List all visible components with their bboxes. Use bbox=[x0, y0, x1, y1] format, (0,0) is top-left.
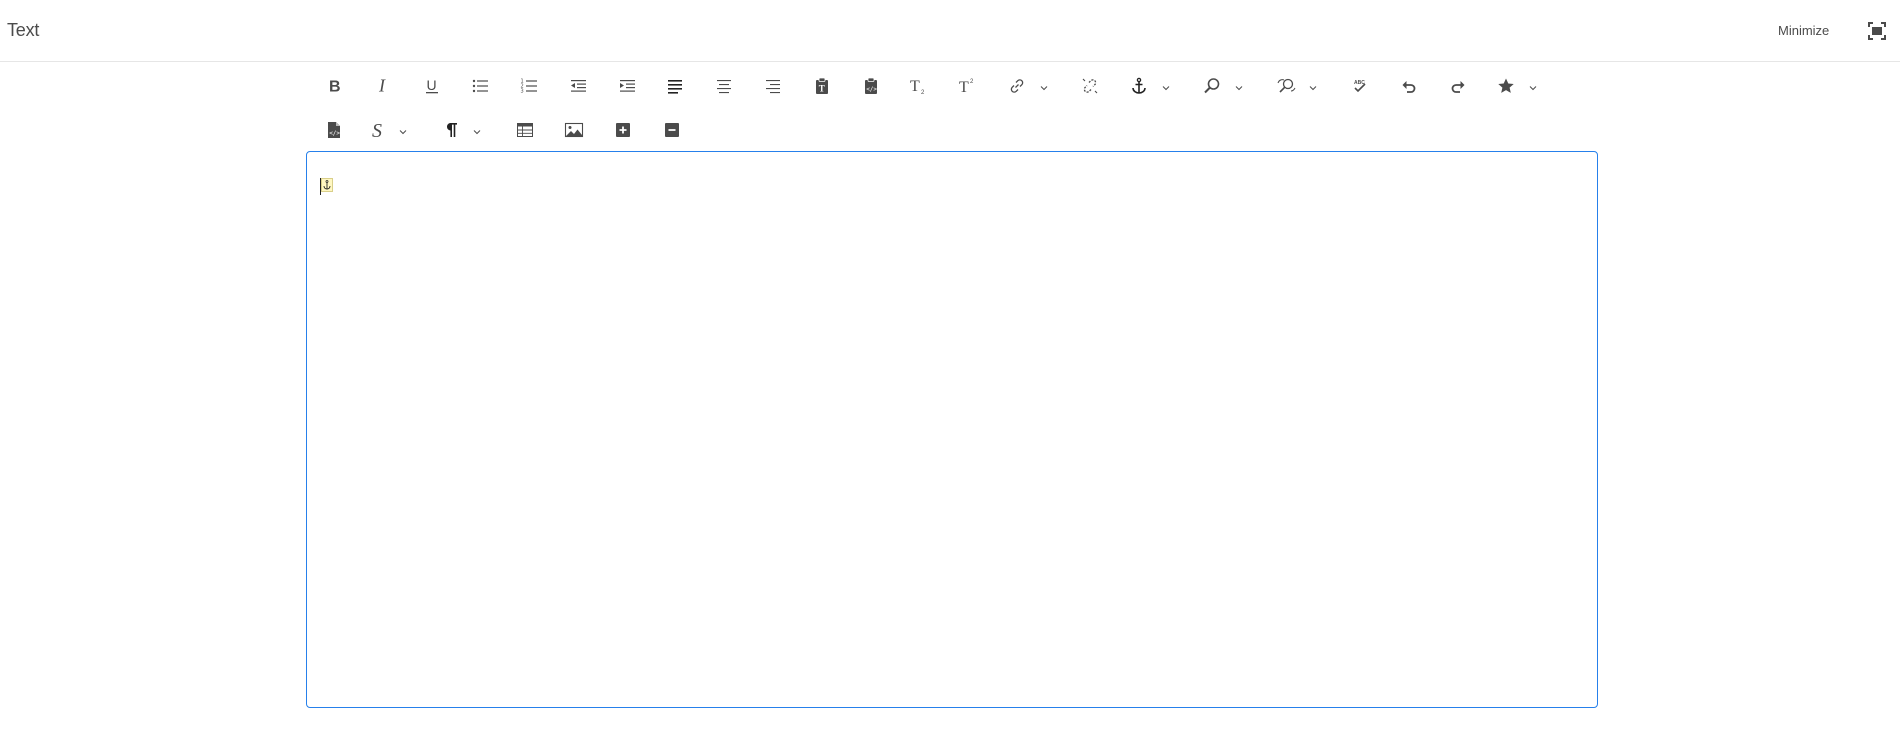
svg-text:B: B bbox=[329, 79, 341, 96]
italic-icon: I bbox=[374, 77, 392, 95]
spellcheck-button[interactable]: ABC bbox=[1342, 66, 1378, 106]
spellcheck-icon: ABC bbox=[1351, 77, 1369, 95]
chevron-down-icon bbox=[399, 123, 407, 138]
fullscreen-icon bbox=[1866, 22, 1888, 45]
redo-icon bbox=[1449, 77, 1467, 95]
table-button[interactable] bbox=[507, 110, 543, 150]
undo-button[interactable] bbox=[1391, 66, 1427, 106]
expand-all-button[interactable] bbox=[605, 110, 641, 150]
paste-as-text-button[interactable]: T bbox=[804, 66, 840, 106]
special-characters-dropdown-toggle[interactable] bbox=[1526, 66, 1540, 106]
italic-button[interactable]: I bbox=[365, 66, 401, 106]
dialog-title: Text bbox=[7, 20, 40, 40]
unlink-icon bbox=[1081, 77, 1099, 95]
svg-text:2: 2 bbox=[970, 79, 974, 85]
styles-dropdown-toggle[interactable] bbox=[396, 110, 410, 150]
bulleted-list-icon bbox=[471, 77, 489, 95]
svg-text:2: 2 bbox=[921, 90, 925, 95]
align-left-icon bbox=[666, 77, 684, 95]
minimize-button[interactable]: Minimize bbox=[1778, 23, 1829, 38]
chevron-down-icon bbox=[1235, 79, 1243, 94]
anchor-icon bbox=[1130, 77, 1148, 95]
find-button[interactable] bbox=[1194, 66, 1230, 106]
numbered-list-icon: 123 bbox=[520, 77, 538, 95]
find-replace-icon bbox=[1276, 77, 1296, 95]
plus-square-icon bbox=[614, 121, 632, 139]
align-center-button[interactable] bbox=[706, 66, 742, 106]
paste-from-word-button[interactable]: </> bbox=[853, 66, 889, 106]
underline-button[interactable]: U bbox=[414, 66, 450, 106]
align-center-icon bbox=[715, 77, 733, 95]
unlink-button[interactable] bbox=[1072, 66, 1108, 106]
bold-icon: B bbox=[325, 77, 343, 96]
align-right-icon bbox=[764, 77, 782, 95]
redo-button[interactable] bbox=[1440, 66, 1476, 106]
toolbar-row-1: B I U 123 T </> T 2 T 2 ABC bbox=[316, 66, 1596, 106]
find-replace-dropdown-toggle[interactable] bbox=[1306, 66, 1320, 106]
rich-text-editor[interactable] bbox=[306, 151, 1598, 708]
align-left-button[interactable] bbox=[657, 66, 693, 106]
chevron-down-icon bbox=[473, 123, 481, 138]
styles-icon: S bbox=[370, 120, 388, 140]
align-right-button[interactable] bbox=[755, 66, 791, 106]
collapse-all-button[interactable] bbox=[654, 110, 690, 150]
find-replace-button[interactable] bbox=[1268, 66, 1304, 106]
paragraph-format-button[interactable] bbox=[433, 110, 469, 150]
source-file-icon: </> bbox=[325, 121, 343, 139]
image-button[interactable] bbox=[556, 110, 592, 150]
svg-text:T: T bbox=[819, 84, 825, 94]
svg-text:U: U bbox=[427, 77, 437, 93]
svg-text:S: S bbox=[372, 120, 382, 140]
link-icon bbox=[1008, 77, 1026, 95]
source-edit-button[interactable]: </> bbox=[316, 110, 352, 150]
paste-text-icon: T bbox=[813, 77, 831, 95]
bold-button[interactable]: B bbox=[316, 66, 352, 106]
paragraph-format-dropdown-toggle[interactable] bbox=[470, 110, 484, 150]
svg-text:I: I bbox=[378, 77, 386, 95]
table-icon bbox=[516, 121, 534, 139]
svg-text:T: T bbox=[910, 78, 920, 95]
minus-square-icon bbox=[663, 121, 681, 139]
superscript-button[interactable]: T2 bbox=[950, 66, 986, 106]
outdent-button[interactable] bbox=[560, 66, 596, 106]
svg-text:</>: </> bbox=[866, 86, 877, 93]
anchor-marker-icon[interactable] bbox=[321, 178, 333, 192]
chevron-down-icon bbox=[1309, 79, 1317, 94]
anchor-dropdown-toggle[interactable] bbox=[1159, 66, 1173, 106]
undo-icon bbox=[1400, 77, 1418, 95]
chevron-down-icon bbox=[1040, 79, 1048, 94]
outdent-icon bbox=[569, 77, 587, 95]
subscript-icon: T2 bbox=[909, 77, 929, 95]
svg-text:</>: </> bbox=[329, 130, 340, 137]
bulleted-list-button[interactable] bbox=[462, 66, 498, 106]
find-icon bbox=[1203, 77, 1221, 95]
link-dropdown-toggle[interactable] bbox=[1037, 66, 1051, 106]
editor-content[interactable] bbox=[321, 178, 1583, 693]
indent-button[interactable] bbox=[609, 66, 645, 106]
toolbar-row-2: </> S bbox=[316, 110, 1596, 150]
image-icon bbox=[564, 121, 584, 139]
anchor-button[interactable] bbox=[1121, 66, 1157, 106]
superscript-icon: T2 bbox=[958, 77, 978, 95]
paste-code-icon: </> bbox=[862, 77, 880, 95]
subscript-button[interactable]: T2 bbox=[901, 66, 937, 106]
pilcrow-icon bbox=[442, 121, 460, 139]
styles-button[interactable]: S bbox=[361, 110, 397, 150]
star-icon bbox=[1497, 77, 1515, 95]
special-characters-button[interactable] bbox=[1488, 66, 1524, 106]
chevron-down-icon bbox=[1529, 79, 1537, 94]
indent-icon bbox=[618, 77, 636, 95]
svg-text:3: 3 bbox=[521, 89, 524, 95]
find-dropdown-toggle[interactable] bbox=[1232, 66, 1246, 106]
link-button[interactable] bbox=[999, 66, 1035, 106]
svg-text:T: T bbox=[959, 79, 969, 95]
underline-icon: U bbox=[423, 77, 441, 95]
chevron-down-icon bbox=[1162, 79, 1170, 94]
dialog-header: Text Minimize bbox=[0, 0, 1900, 62]
fullscreen-toggle-button[interactable] bbox=[1866, 20, 1888, 42]
numbered-list-button[interactable]: 123 bbox=[511, 66, 547, 106]
